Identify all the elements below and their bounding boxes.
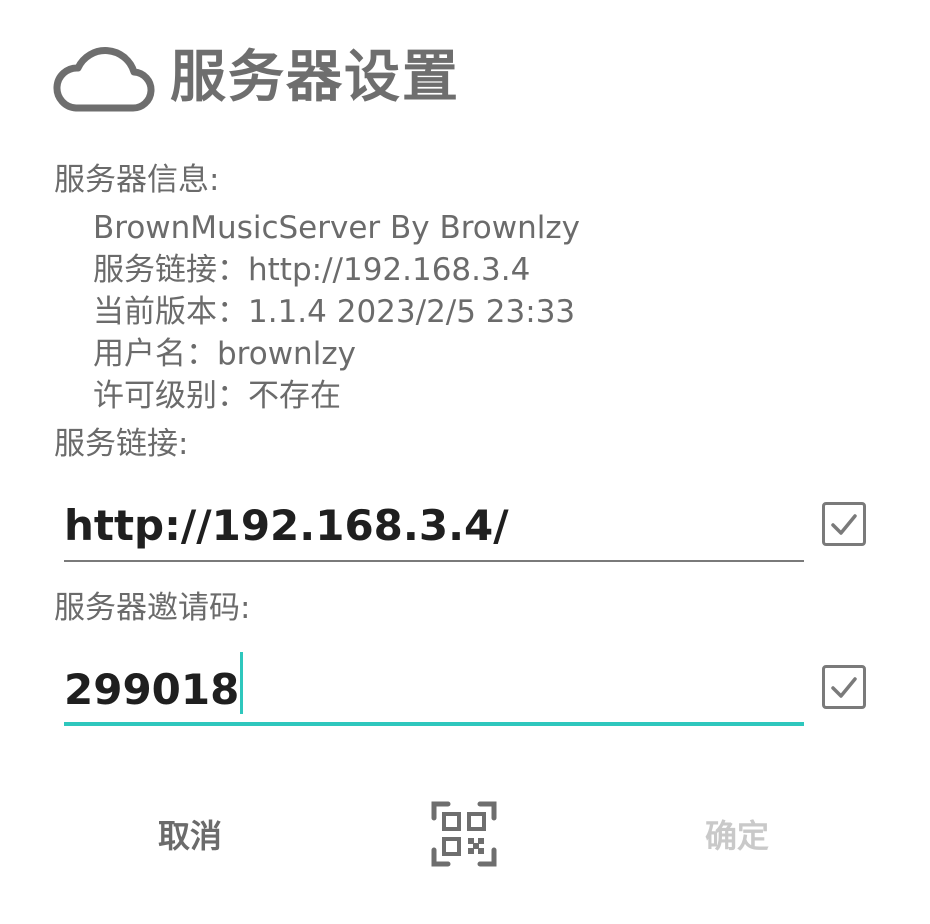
username-line: 用户名：brownlzy bbox=[93, 336, 356, 372]
dialog-header: 服务器设置 bbox=[52, 38, 460, 118]
server-info-block: BrownMusicServer By Brownlzy 服务链接：http:/… bbox=[93, 207, 580, 417]
scan-qr-button[interactable] bbox=[430, 800, 498, 868]
server-name-line: BrownMusicServer By Brownlzy bbox=[93, 210, 581, 246]
invite-code-value: 299018 bbox=[64, 665, 240, 714]
cancel-button[interactable]: 取消 bbox=[130, 806, 250, 866]
checkmark-icon bbox=[831, 677, 857, 698]
qr-code-icon bbox=[431, 801, 497, 867]
invite-code-value-wrap: 299018 bbox=[64, 652, 244, 716]
server-info-label: 服务器信息: bbox=[54, 162, 220, 198]
dialog-title: 服务器设置 bbox=[170, 45, 460, 110]
invite-code-input[interactable]: 299018 bbox=[64, 652, 804, 726]
server-link-value: http://192.168.3.4/ bbox=[64, 501, 509, 550]
invite-code-checkbox[interactable] bbox=[822, 665, 866, 709]
server-link-input[interactable]: http://192.168.3.4/ bbox=[64, 500, 804, 562]
server-link-checkbox[interactable] bbox=[822, 502, 866, 546]
server-link-underline bbox=[64, 560, 804, 562]
confirm-button[interactable]: 确定 bbox=[677, 806, 797, 866]
server-link-label: 服务链接: bbox=[54, 426, 189, 462]
checkmark-icon bbox=[831, 514, 857, 535]
server-version-line: 当前版本：1.1.4 2023/2/5 23:33 bbox=[93, 294, 576, 330]
invite-code-label: 服务器邀请码: bbox=[54, 590, 251, 626]
server-settings-dialog: 服务器设置 服务器信息: BrownMusicServer By Brownlz… bbox=[0, 0, 930, 924]
license-level-line: 许可级别：不存在 bbox=[93, 378, 341, 414]
invite-code-underline bbox=[64, 722, 804, 726]
server-link-info-line: 服务链接：http://192.168.3.4 bbox=[93, 252, 531, 288]
cloud-icon bbox=[53, 47, 155, 112]
text-caret bbox=[240, 652, 244, 714]
